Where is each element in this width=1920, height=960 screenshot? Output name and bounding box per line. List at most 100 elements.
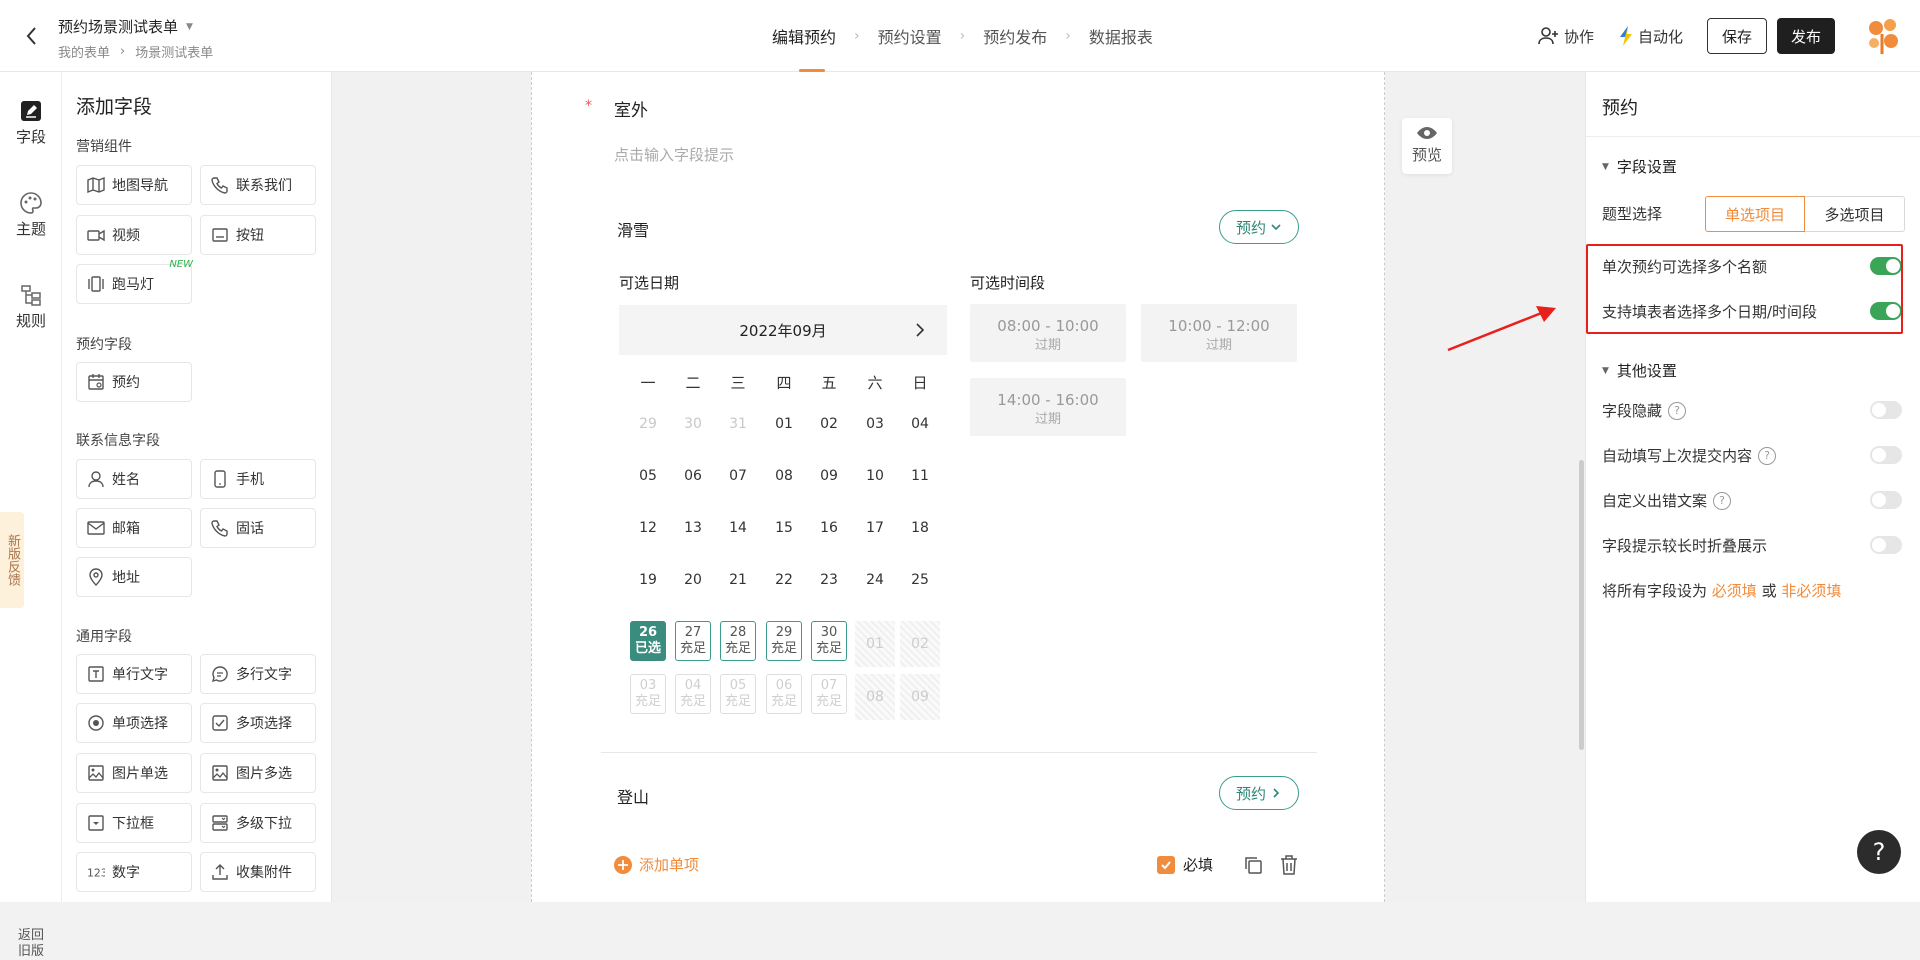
time-slot[interactable]: 08:00 - 10:00 过期 (970, 304, 1126, 362)
calendar-day[interactable]: 14 (718, 508, 758, 548)
field-name[interactable]: 姓名 (76, 459, 192, 499)
calendar-day[interactable]: 29 (628, 404, 668, 444)
help-question-icon[interactable]: ? (1758, 446, 1777, 465)
field-image-multi[interactable]: 图片多选 (200, 753, 316, 793)
toggle-fold-hint[interactable] (1870, 536, 1902, 554)
question-title[interactable]: 室外 (614, 96, 648, 121)
collab-button[interactable]: 协作 (1538, 26, 1594, 47)
field-single-choice[interactable]: 单项选择 (76, 703, 192, 743)
calendar-day[interactable]: 22 (764, 560, 804, 600)
calendar-day[interactable]: 09 (900, 674, 940, 720)
field-mobile[interactable]: 手机 (200, 459, 316, 499)
toggle-autofill[interactable] (1870, 446, 1902, 464)
field-cascade-dropdown[interactable]: 多级下拉 (200, 803, 316, 843)
question-hint[interactable]: 点击输入字段提示 (614, 144, 734, 165)
calendar-day[interactable]: 29 充足 (766, 621, 802, 661)
calendar-day[interactable]: 02 (900, 621, 940, 667)
required-checkbox[interactable] (1157, 855, 1175, 874)
calendar-day[interactable]: 08 (764, 456, 804, 496)
appointment-expand-button[interactable]: 预约 (1219, 776, 1299, 810)
field-address[interactable]: 地址 (76, 557, 192, 597)
rail-item-rules[interactable]: 规则 (0, 280, 62, 331)
calendar-day[interactable]: 12 (628, 508, 668, 548)
field-landline[interactable]: 固话 (200, 508, 316, 548)
step-edit[interactable]: 编辑预约 (772, 0, 836, 72)
feedback-tab[interactable]: 新版反馈 (0, 512, 24, 608)
calendar-day[interactable]: 19 (628, 560, 668, 600)
field-attachment[interactable]: 收集附件 (200, 852, 316, 892)
calendar-day[interactable]: 28 充足 (720, 621, 756, 661)
step-publish[interactable]: 预约发布 (983, 0, 1047, 72)
calendar-day[interactable]: 05 充足 (720, 674, 756, 714)
calendar-day[interactable]: 08 (855, 674, 895, 720)
time-slot[interactable]: 14:00 - 16:00 过期 (970, 378, 1126, 436)
field-button[interactable]: 按钮 (200, 215, 316, 255)
calendar-day[interactable]: 13 (673, 508, 713, 548)
field-multi-line[interactable]: 多行文字 (200, 654, 316, 694)
time-slot[interactable]: 10:00 - 12:00 过期 (1141, 304, 1297, 362)
calendar-day[interactable]: 20 (673, 560, 713, 600)
field-email[interactable]: 邮箱 (76, 508, 192, 548)
calendar-day[interactable]: 23 (809, 560, 849, 600)
appointment-toggle-button[interactable]: 预约 (1219, 210, 1299, 244)
calendar-day[interactable]: 06 充足 (766, 674, 802, 714)
calendar-day[interactable]: 31 (718, 404, 758, 444)
title-dropdown-icon[interactable]: ▼ (186, 22, 193, 32)
help-question-icon[interactable]: ? (1713, 491, 1732, 510)
publish-button[interactable]: 发布 (1777, 18, 1835, 54)
field-marquee[interactable]: 跑马灯 NEW (76, 259, 193, 304)
calendar-day[interactable]: 07 充足 (811, 674, 847, 714)
toggle-hide-field[interactable] (1870, 401, 1902, 419)
help-question-icon[interactable]: ? (1668, 401, 1687, 420)
rail-item-fields[interactable]: 字段 (0, 96, 62, 147)
other-settings-section[interactable]: ▼ 其他设置 (1602, 360, 1677, 381)
preview-button[interactable]: 预览 (1402, 118, 1452, 174)
toggle-multi-quota[interactable] (1870, 257, 1902, 275)
rail-item-theme[interactable]: 主题 (0, 188, 62, 239)
help-button[interactable]: ? (1857, 830, 1901, 874)
field-multi-choice[interactable]: 多项选择 (200, 703, 316, 743)
field-settings-section[interactable]: ▼ 字段设置 (1602, 156, 1677, 177)
calendar-day[interactable]: 01 (855, 621, 895, 667)
add-option-button[interactable]: 添加单项 (614, 854, 699, 875)
calendar-day[interactable]: 07 (718, 456, 758, 496)
calendar-day[interactable]: 04 充足 (675, 674, 711, 714)
calendar-day[interactable]: 16 (809, 508, 849, 548)
calendar-next-icon[interactable] (910, 320, 930, 340)
calendar-day[interactable]: 02 (809, 404, 849, 444)
toggle-multi-date[interactable] (1870, 302, 1902, 320)
calendar-day[interactable]: 01 (764, 404, 804, 444)
calendar-day[interactable]: 30 充足 (811, 621, 847, 661)
type-single-option[interactable]: 单选项目 (1705, 196, 1805, 232)
calendar-day[interactable]: 24 (855, 560, 895, 600)
calendar-day-selected[interactable]: 26 已选 (630, 621, 666, 661)
calendar-day[interactable]: 03 充足 (630, 674, 666, 714)
field-number[interactable]: 123 数字 (76, 852, 192, 892)
calendar-day[interactable]: 27 充足 (675, 621, 711, 661)
field-appointment[interactable]: 预约 (76, 362, 192, 402)
brand-logo-icon[interactable] (1862, 16, 1902, 56)
type-multi-option[interactable]: 多选项目 (1805, 196, 1905, 232)
calendar-day[interactable]: 25 (900, 560, 940, 600)
save-button[interactable]: 保存 (1707, 18, 1767, 54)
copy-icon[interactable] (1242, 854, 1264, 876)
calendar-day[interactable]: 04 (900, 404, 940, 444)
step-settings[interactable]: 预约设置 (878, 0, 942, 72)
field-map-nav[interactable]: 地图导航 (76, 165, 192, 205)
field-image-single[interactable]: 图片单选 (76, 753, 192, 793)
calendar-day[interactable]: 05 (628, 456, 668, 496)
option-title-ski[interactable]: 滑雪 (617, 217, 649, 241)
form-title[interactable]: 预约场景测试表单 ▼ (58, 16, 193, 37)
automation-button[interactable]: 自动化 (1618, 26, 1683, 47)
calendar-day[interactable]: 09 (809, 456, 849, 496)
calendar-day[interactable]: 10 (855, 456, 895, 496)
toggle-custom-error[interactable] (1870, 491, 1902, 509)
calendar-day[interactable]: 11 (900, 456, 940, 496)
field-single-line[interactable]: 单行文字 (76, 654, 192, 694)
back-arrow-icon[interactable] (22, 24, 42, 48)
breadcrumb-my-forms[interactable]: 我的表单 (58, 42, 110, 61)
calendar-day[interactable]: 21 (718, 560, 758, 600)
canvas-scrollbar[interactable] (1579, 460, 1584, 750)
calendar-day[interactable]: 03 (855, 404, 895, 444)
calendar-day[interactable]: 30 (673, 404, 713, 444)
